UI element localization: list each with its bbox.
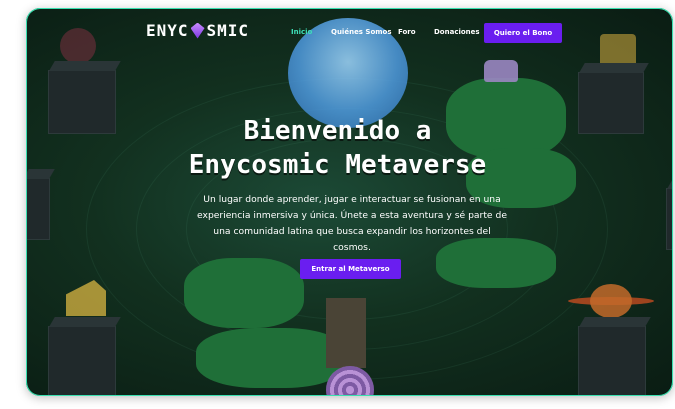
quiero-el-bono-button[interactable]: Quiero el Bono (484, 23, 562, 43)
cube-pedestal (578, 326, 646, 396)
logo-text-left: ENYC (146, 21, 189, 40)
tree-canopy (184, 258, 304, 328)
nav-link-donaciones[interactable]: Donaciones (434, 28, 480, 36)
cube-pedestal (48, 326, 116, 396)
nav-link-quienes-somos[interactable]: Quiénes Somos (331, 28, 392, 36)
top-navigation: ENYC SMIC Inicio Quiénes Somos Foro Dona… (0, 0, 675, 60)
hero-title-line-2: Enycosmic Metaverse (188, 150, 487, 180)
cheese-illustration (66, 280, 106, 316)
enter-metaverse-button[interactable]: Entrar al Metaverso (300, 259, 401, 279)
gem-logo-icon (190, 22, 205, 39)
tree-canopy (196, 328, 346, 388)
nav-link-foro[interactable]: Foro (398, 28, 416, 36)
hero-title-line-1: Bienvenido a (243, 116, 432, 146)
hero-description: Un lugar donde aprender, jugar e interac… (197, 194, 507, 254)
tree-trunk (326, 298, 366, 368)
nav-link-inicio[interactable]: Inicio (291, 28, 312, 36)
logo-text-right: SMIC (206, 21, 250, 40)
cube-pedestal (26, 178, 50, 240)
brand-logo[interactable]: ENYC SMIC (146, 21, 249, 40)
cube-pedestal (666, 188, 673, 250)
saturn-body (590, 284, 632, 318)
saturn-illustration (568, 284, 654, 318)
cat-illustration (484, 60, 518, 82)
